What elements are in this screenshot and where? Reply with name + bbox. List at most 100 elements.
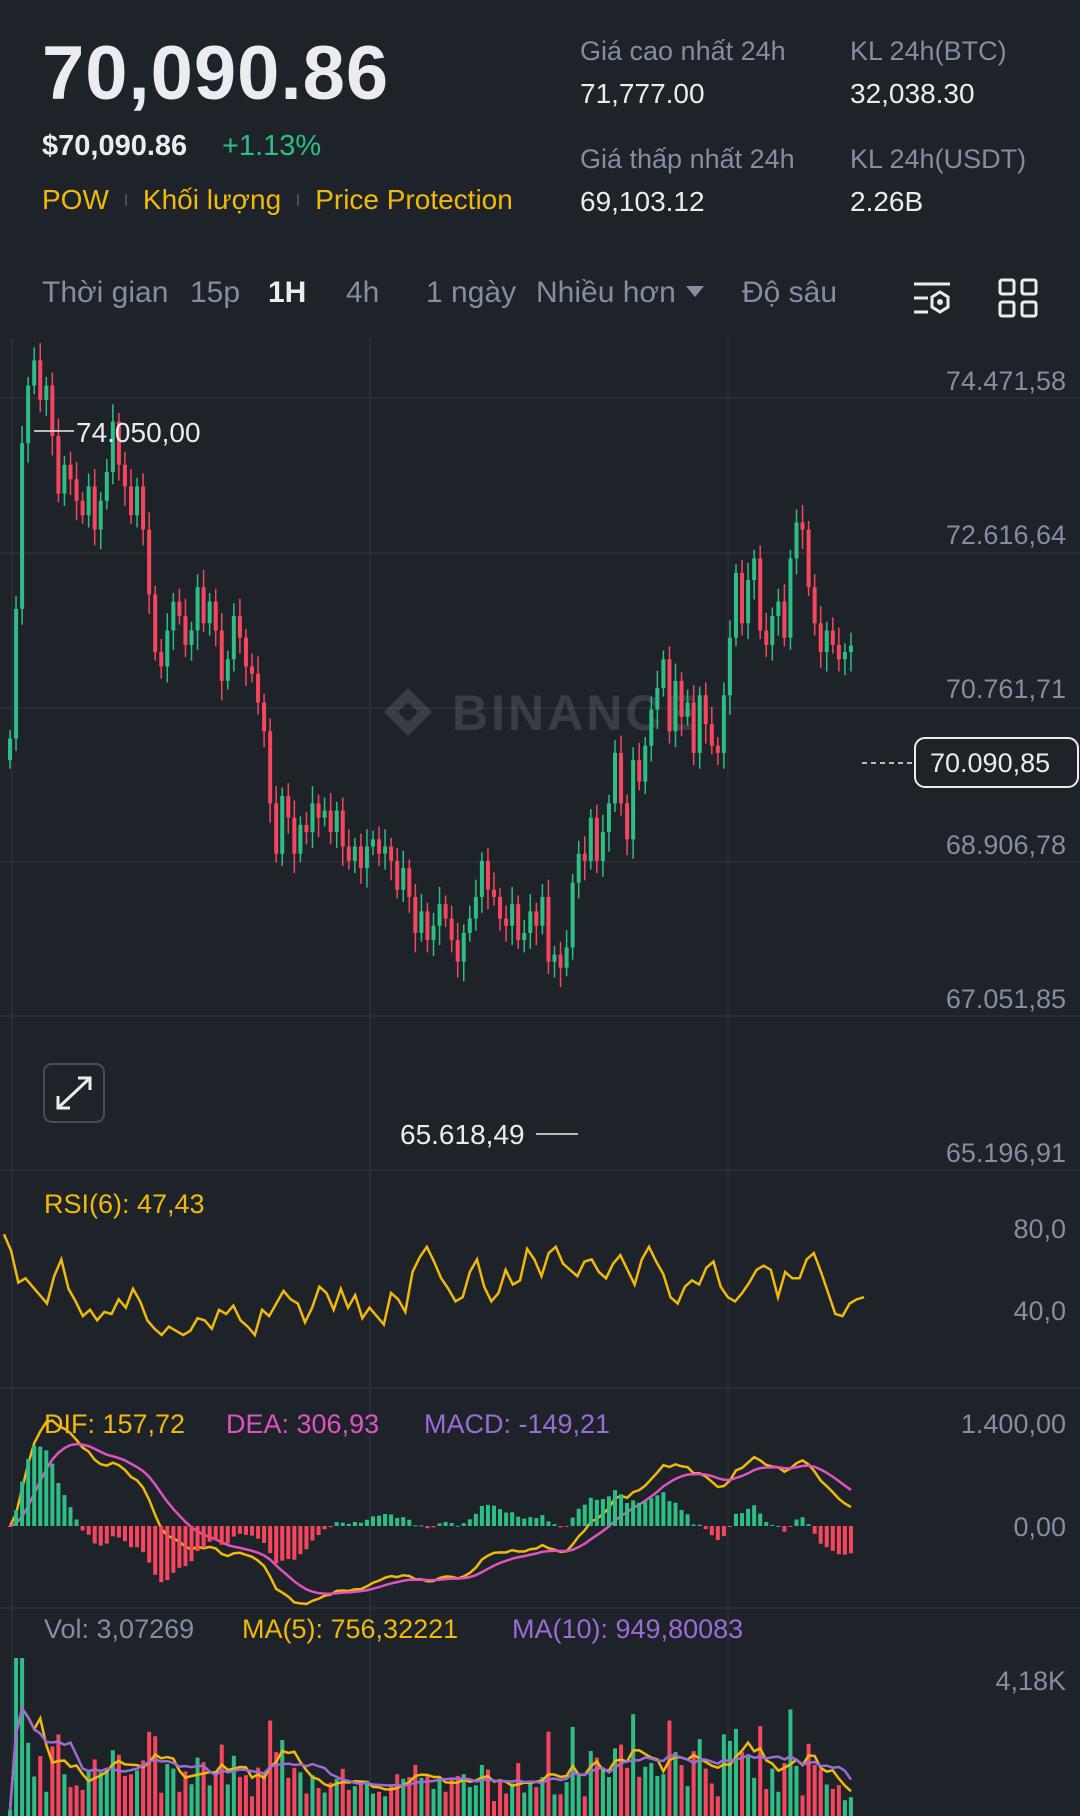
low-24h-value: 69,103.12 bbox=[580, 186, 705, 217]
macd-histogram-bar bbox=[655, 1495, 660, 1526]
volume-bar bbox=[606, 1777, 611, 1816]
tag-price-protection[interactable]: Price Protection bbox=[315, 184, 513, 216]
vol-usdt-label: KL 24h(USDT) bbox=[850, 144, 1027, 174]
macd-histogram-bar bbox=[280, 1526, 285, 1561]
macd-histogram-bar bbox=[44, 1450, 49, 1526]
volume-bar bbox=[552, 1794, 557, 1816]
macd-histogram-bar bbox=[582, 1504, 587, 1526]
macd-histogram-bar bbox=[758, 1513, 763, 1526]
volume-bar bbox=[431, 1788, 436, 1816]
macd-histogram-bar bbox=[189, 1526, 194, 1562]
macd-group bbox=[8, 1419, 853, 1606]
tab-more[interactable]: Nhiều hơn bbox=[536, 276, 704, 310]
tab-15m[interactable]: 15p bbox=[190, 276, 240, 310]
candlestick-chart[interactable]: BINANCE 74.050,00 65.618,49 70.090,85 74… bbox=[0, 338, 1080, 1816]
macd-histogram-bar bbox=[679, 1509, 684, 1526]
macd-dif-label: DIF: 157,72 bbox=[44, 1409, 185, 1439]
price-axis-label: 70.761,71 bbox=[946, 674, 1066, 704]
candle-body bbox=[661, 659, 666, 689]
macd-histogram-bar bbox=[116, 1526, 121, 1538]
expand-button[interactable] bbox=[43, 1063, 105, 1123]
macd-histogram-bar bbox=[74, 1519, 79, 1526]
volume-bar bbox=[492, 1801, 496, 1816]
macd-histogram-bar bbox=[195, 1526, 200, 1552]
candle-body bbox=[727, 637, 732, 696]
candle-body bbox=[401, 868, 406, 890]
vol-axis-label: 4,18K bbox=[995, 1666, 1066, 1696]
macd-histogram-bar bbox=[286, 1526, 291, 1559]
candle-body bbox=[189, 630, 194, 645]
candle-body bbox=[643, 745, 648, 782]
tag-volume[interactable]: Khối lượng bbox=[143, 184, 281, 216]
volume-bar bbox=[655, 1775, 660, 1816]
macd-histogram-bar bbox=[721, 1526, 726, 1537]
candle-body bbox=[806, 529, 811, 588]
macd-histogram-bar bbox=[395, 1517, 400, 1526]
candle-body bbox=[141, 486, 146, 530]
volume-bar bbox=[564, 1782, 569, 1816]
macd-axis-label: 1.400,00 bbox=[961, 1409, 1066, 1439]
tab-1d[interactable]: 1 ngày bbox=[426, 276, 516, 310]
tab-time[interactable]: Thời gian bbox=[42, 276, 168, 310]
grid-layout-icon[interactable] bbox=[996, 276, 1040, 328]
candle-body bbox=[56, 435, 61, 494]
candle-body bbox=[213, 601, 218, 631]
candle-body bbox=[576, 853, 581, 883]
macd-histogram-bar bbox=[836, 1526, 841, 1555]
volume-bar bbox=[250, 1796, 254, 1816]
candle-body bbox=[564, 947, 569, 968]
volume-bar bbox=[110, 1750, 115, 1816]
volume-bar bbox=[286, 1777, 291, 1816]
candle-body bbox=[655, 688, 660, 710]
macd-histogram-bar bbox=[322, 1526, 327, 1530]
candle-body bbox=[334, 810, 339, 833]
macd-histogram-bar bbox=[225, 1526, 230, 1544]
volume-bar bbox=[243, 1775, 248, 1816]
candle-body bbox=[600, 832, 605, 861]
candle-body bbox=[250, 666, 254, 674]
candle-body bbox=[44, 385, 49, 400]
macd-histogram-bar bbox=[104, 1526, 109, 1544]
tab-depth[interactable]: Độ sâu bbox=[742, 276, 837, 310]
volume-bar bbox=[510, 1783, 515, 1816]
candle-body bbox=[14, 608, 19, 739]
macd-histogram-bar bbox=[407, 1519, 412, 1526]
indicator-settings-icon[interactable] bbox=[910, 276, 954, 328]
volume-bar bbox=[371, 1793, 375, 1816]
candle-body bbox=[558, 954, 563, 968]
candle-body bbox=[256, 673, 261, 703]
candle-body bbox=[764, 630, 769, 645]
macd-histogram-bar bbox=[50, 1463, 55, 1526]
volume-bar bbox=[298, 1772, 303, 1816]
volume-bar bbox=[824, 1784, 829, 1816]
volume-bar bbox=[38, 1756, 43, 1816]
candle-body bbox=[225, 659, 230, 681]
tag-pow[interactable]: POW bbox=[42, 184, 109, 216]
volume-bar bbox=[316, 1788, 321, 1816]
macd-histogram-bar bbox=[461, 1523, 466, 1526]
volume-bar bbox=[213, 1773, 218, 1816]
macd-histogram-bar bbox=[818, 1526, 823, 1544]
candle-body bbox=[758, 558, 763, 631]
macd-histogram-bar bbox=[552, 1524, 557, 1526]
candle-body bbox=[92, 486, 97, 530]
macd-histogram-bar bbox=[165, 1526, 170, 1581]
volume-bar bbox=[62, 1774, 67, 1816]
volume-bar bbox=[346, 1789, 351, 1816]
macd-histogram-bar bbox=[812, 1526, 817, 1534]
volume-bar bbox=[758, 1726, 763, 1816]
volume-bar bbox=[667, 1720, 672, 1816]
volume-bar bbox=[449, 1779, 454, 1816]
candle-body bbox=[619, 752, 624, 804]
candle-body bbox=[207, 601, 212, 624]
candle-body bbox=[667, 659, 672, 732]
macd-histogram-bar bbox=[703, 1526, 708, 1530]
tab-1h[interactable]: 1H bbox=[268, 276, 306, 310]
volume-bar bbox=[413, 1764, 418, 1816]
candle-body bbox=[510, 904, 515, 926]
low-marker: 65.618,49 bbox=[400, 1119, 525, 1150]
macd-histogram-bar bbox=[824, 1526, 829, 1548]
candle-body bbox=[243, 637, 248, 667]
tab-4h[interactable]: 4h bbox=[346, 276, 379, 310]
volume-bar bbox=[207, 1785, 212, 1816]
